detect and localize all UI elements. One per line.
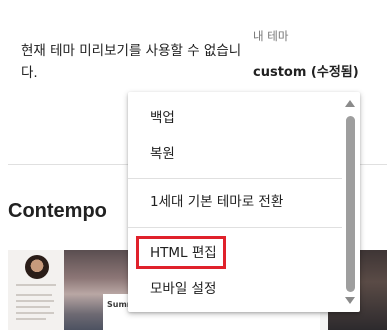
gallery-theme-title: Contempo bbox=[8, 200, 107, 222]
thumbnail-text-line bbox=[16, 284, 56, 286]
theme-thumbnail-profile bbox=[8, 250, 64, 330]
theme-options-menu: 백업 복원 1세대 기본 테마로 전환 HTML 편집 모바일 설정 bbox=[128, 92, 360, 312]
triangle-up-icon[interactable] bbox=[345, 100, 355, 107]
thumbnail-text-line bbox=[16, 306, 50, 308]
thumbnail-text-line bbox=[16, 318, 46, 320]
menu-item-switch-classic-theme[interactable]: 1세대 기본 테마로 전환 bbox=[128, 190, 342, 214]
highlight-annotation bbox=[136, 236, 226, 269]
thumbnail-text-line bbox=[16, 300, 54, 302]
menu-item-restore[interactable]: 복원 bbox=[128, 142, 342, 166]
avatar bbox=[25, 255, 49, 279]
menu-divider bbox=[128, 178, 342, 179]
menu-scrollbar-thumb[interactable] bbox=[346, 116, 355, 292]
my-theme-label: 내 테마 bbox=[253, 29, 289, 43]
preview-unavailable-message: 현재 테마 미리보기를 사용할 수 없습니다. bbox=[21, 43, 242, 81]
thumbnail-text-line bbox=[16, 312, 54, 314]
thumbnail-text-line bbox=[16, 294, 52, 296]
triangle-down-icon[interactable] bbox=[345, 297, 355, 304]
menu-divider bbox=[128, 227, 342, 228]
menu-item-backup[interactable]: 백업 bbox=[128, 106, 342, 130]
menu-item-mobile-settings[interactable]: 모바일 설정 bbox=[128, 277, 342, 301]
theme-name: custom (수정됨) bbox=[253, 65, 359, 80]
